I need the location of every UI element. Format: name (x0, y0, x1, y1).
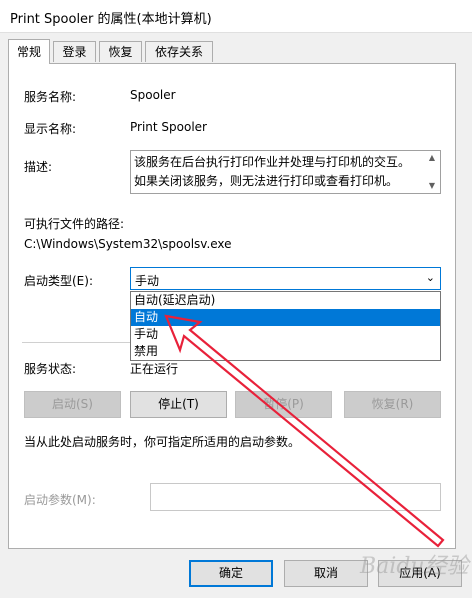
scroll-up-icon[interactable]: ▲ (426, 152, 438, 164)
service-name-value: Spooler (130, 88, 176, 102)
exe-path-value: C:\Windows\System32\spoolsv.exe (24, 237, 232, 251)
scroll-down-icon[interactable]: ▼ (426, 180, 438, 192)
tab-recovery-label: 恢复 (108, 45, 133, 59)
chevron-down-icon: ⌄ (425, 271, 435, 284)
start-params-label: 启动参数(M): (24, 493, 96, 507)
start-button[interactable]: 启动(S) (24, 391, 121, 418)
tab-general-label: 常规 (16, 45, 41, 59)
startup-type-value: 手动 (135, 274, 160, 288)
startup-option-auto-delayed[interactable]: 自动(延迟启动) (131, 292, 440, 309)
window-title: Print Spooler 的属性(本地计算机) (10, 12, 212, 27)
cancel-button[interactable]: 取消 (284, 560, 368, 587)
baidu-watermark: Baidu经验 (360, 554, 469, 579)
startup-option-manual[interactable]: 手动 (131, 326, 440, 343)
description-box[interactable]: 该服务在后台执行打印作业并处理与打印机的交互。如果关闭该服务，则无法进行打印或查… (130, 150, 441, 194)
tab-general[interactable]: 常规 (8, 39, 50, 64)
title-bar: Print Spooler 的属性(本地计算机) (0, 0, 472, 33)
startup-option-disabled[interactable]: 禁用 (131, 343, 440, 360)
display-name-value: Print Spooler (130, 120, 207, 134)
tab-logon[interactable]: 登录 (53, 41, 96, 62)
service-name-label: 服务名称: (24, 90, 77, 104)
tab-dependencies[interactable]: 依存关系 (145, 41, 213, 62)
exe-path-label: 可执行文件的路径: (24, 217, 125, 231)
description-label: 描述: (24, 160, 53, 174)
resume-button[interactable]: 恢复(R) (344, 391, 441, 418)
service-status-value: 正在运行 (130, 362, 179, 376)
tab-dependencies-label: 依存关系 (154, 45, 203, 59)
service-status-label: 服务状态: (24, 362, 77, 376)
stop-button[interactable]: 停止(T) (130, 391, 227, 418)
display-name-label: 显示名称: (24, 122, 77, 136)
ok-button[interactable]: 确定 (189, 560, 273, 587)
pause-button[interactable]: 暂停(P) (235, 391, 332, 418)
start-params-input[interactable] (150, 483, 441, 511)
startup-option-auto[interactable]: 自动 (131, 309, 440, 326)
startup-type-dropdown: 自动(延迟启动) 自动 手动 禁用 (130, 291, 441, 361)
startup-type-combobox[interactable]: 手动 ⌄ (130, 267, 441, 290)
general-tab-panel: 服务名称: Spooler 显示名称: Print Spooler 描述: 该服… (8, 63, 456, 549)
description-text: 该服务在后台执行打印作业并处理与打印机的交互。如果关闭该服务，则无法进行打印或查… (134, 155, 411, 188)
start-params-hint: 当从此处启动服务时，你可指定所适用的启动参数。 (24, 435, 301, 449)
startup-type-label: 启动类型(E): (24, 274, 93, 288)
tab-logon-label: 登录 (62, 45, 87, 59)
tab-recovery[interactable]: 恢复 (99, 41, 142, 62)
